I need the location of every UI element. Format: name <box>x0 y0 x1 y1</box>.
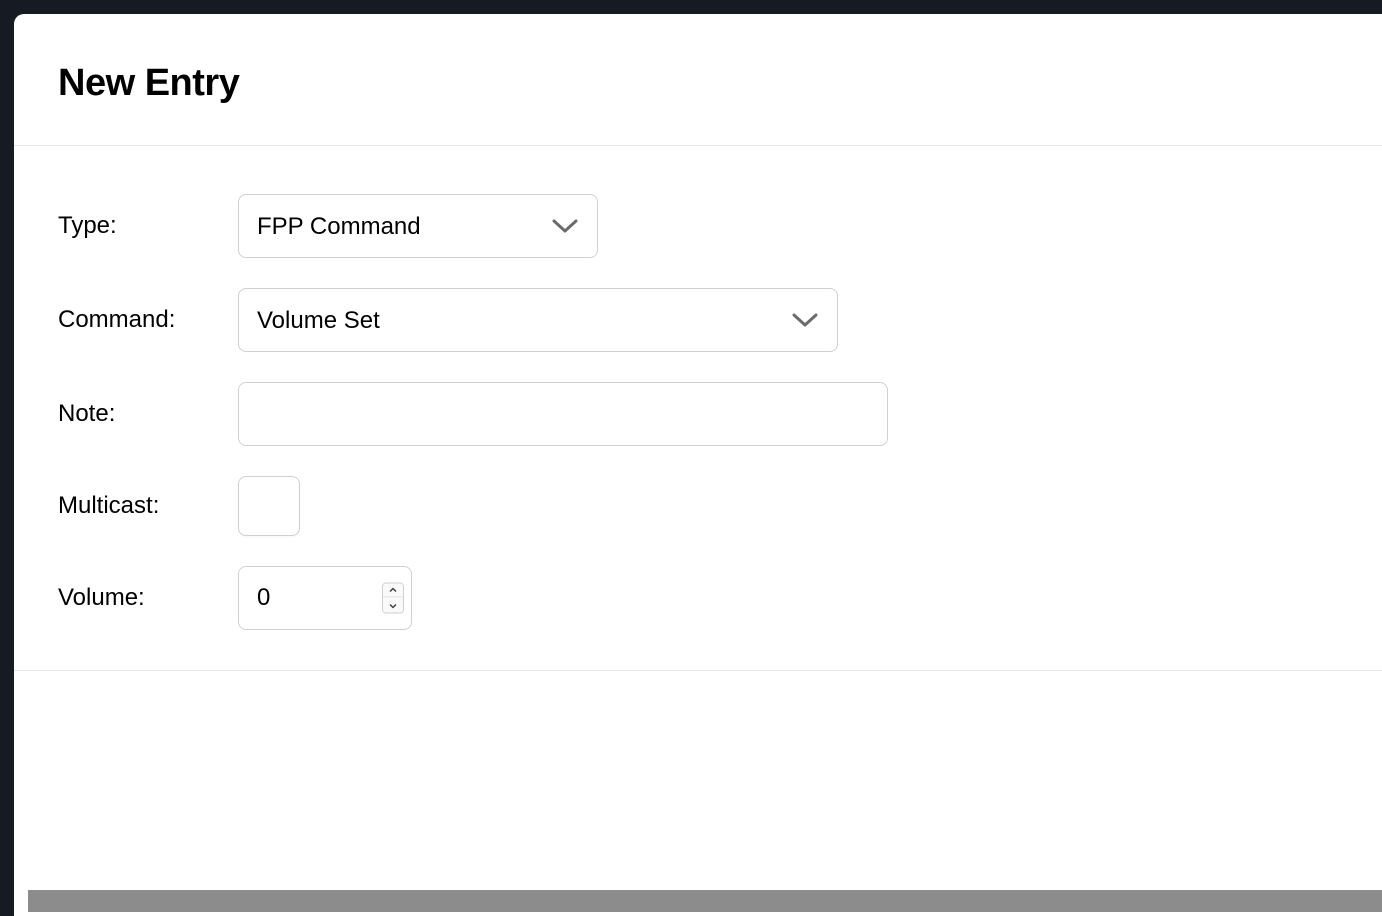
horizontal-scrollbar-thumb[interactable] <box>28 890 1382 912</box>
note-row: Note: <box>58 382 1338 446</box>
type-select-wrap: FPP Command <box>238 194 598 258</box>
type-label: Type: <box>58 212 238 240</box>
chevron-up-icon <box>389 588 397 593</box>
volume-step-up[interactable] <box>383 584 403 598</box>
new-entry-modal: New Entry Type: FPP Command Command: Vol… <box>14 14 1382 916</box>
note-label: Note: <box>58 400 238 428</box>
multicast-checkbox[interactable] <box>238 476 300 536</box>
form-body: Type: FPP Command Command: Volume Set <box>14 146 1382 671</box>
volume-row: Volume: <box>58 566 1338 630</box>
note-input[interactable] <box>238 382 888 446</box>
horizontal-scrollbar-track <box>14 886 1382 916</box>
volume-input-wrap <box>238 566 412 630</box>
chevron-down-icon <box>389 603 397 608</box>
command-select[interactable]: Volume Set <box>238 288 838 352</box>
modal-title: New Entry <box>58 62 1338 105</box>
modal-header: New Entry <box>14 14 1382 146</box>
command-label: Command: <box>58 306 238 334</box>
type-row: Type: FPP Command <box>58 194 1338 258</box>
multicast-row: Multicast: <box>58 476 1338 536</box>
multicast-label: Multicast: <box>58 492 238 520</box>
volume-step-down[interactable] <box>383 599 403 613</box>
type-select[interactable]: FPP Command <box>238 194 598 258</box>
volume-stepper <box>382 583 404 614</box>
volume-label: Volume: <box>58 584 238 612</box>
command-select-wrap: Volume Set <box>238 288 838 352</box>
command-row: Command: Volume Set <box>58 288 1338 352</box>
